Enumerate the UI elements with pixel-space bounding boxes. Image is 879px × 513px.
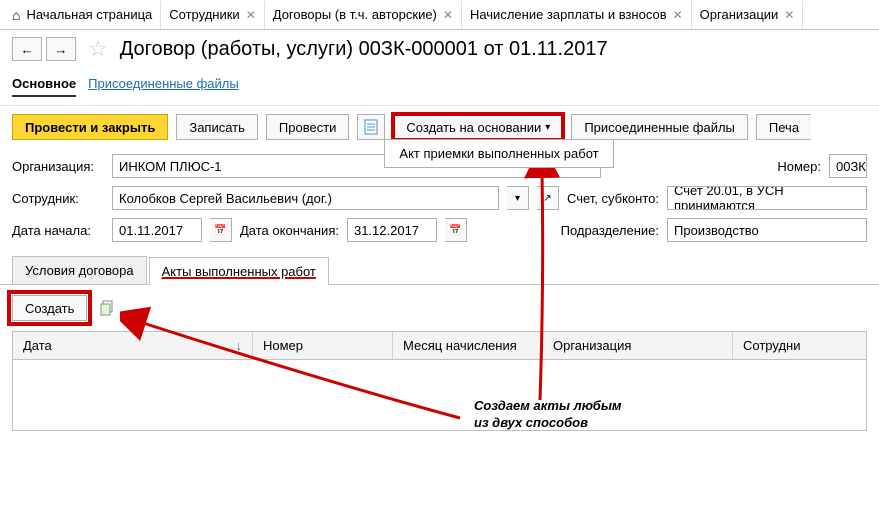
menu-item-act[interactable]: Акт приемки выполненных работ: [399, 146, 598, 161]
employee-label: Сотрудник:: [12, 191, 104, 206]
account-label: Счет, субконто:: [567, 191, 659, 206]
create-based-label: Создать на основании: [406, 120, 541, 135]
favorite-star-icon[interactable]: ☆: [88, 36, 108, 62]
copy-icon[interactable]: [95, 296, 119, 320]
nav-buttons: ← →: [12, 37, 76, 61]
calendar-button[interactable]: 📅: [445, 218, 467, 242]
account-input[interactable]: Счет 20.01, в УСН принимаются: [667, 186, 867, 210]
dept-input[interactable]: Производство: [667, 218, 867, 242]
open-button[interactable]: ↗: [537, 186, 559, 210]
print-button[interactable]: Печа: [756, 114, 811, 140]
app-window: ⌂ Начальная страница Сотрудники ✕ Догово…: [0, 0, 879, 513]
tab-content-acts: Создать Дата ↓ Номер Месяц начисления Ор…: [0, 285, 879, 441]
create-based-on-button[interactable]: Создать на основании ▾ Акт приемки выпол…: [393, 114, 563, 140]
sort-indicator-icon: ↓: [236, 338, 243, 353]
tab-label: Организации: [700, 7, 779, 22]
toolbar: Провести и закрыть Записать Провести Соз…: [0, 106, 879, 152]
inner-tab-conditions[interactable]: Условия договора: [12, 256, 147, 284]
tab-orgs[interactable]: Организации ✕: [692, 1, 804, 29]
subtab-main[interactable]: Основное: [12, 72, 76, 97]
tab-contracts[interactable]: Договоры (в т.ч. авторские) ✕: [265, 1, 462, 29]
col-date[interactable]: Дата ↓: [13, 332, 253, 359]
post-and-close-button[interactable]: Провести и закрыть: [12, 114, 168, 140]
page-title: Договор (работы, услуги) 00ЗК-000001 от …: [120, 38, 608, 61]
calendar-button[interactable]: 📅: [210, 218, 232, 242]
tab-label: Сотрудники: [169, 7, 239, 22]
tab-label: Договоры (в т.ч. авторские): [273, 7, 437, 22]
save-button[interactable]: Записать: [176, 114, 258, 140]
close-icon[interactable]: ✕: [673, 8, 683, 22]
header-row: ← → ☆ Договор (работы, услуги) 00ЗК-0000…: [0, 30, 879, 68]
inner-tabs: Условия договора Акты выполненных работ: [0, 252, 879, 285]
end-date-input[interactable]: 31.12.2017: [347, 218, 437, 242]
acts-grid: Дата ↓ Номер Месяц начисления Организаци…: [12, 331, 867, 431]
home-icon: ⌂: [12, 7, 20, 23]
start-date-label: Дата начала:: [12, 223, 104, 238]
employee-input[interactable]: Колобков Сергей Васильевич (дог.): [112, 186, 499, 210]
tab-home[interactable]: ⌂ Начальная страница: [4, 1, 161, 29]
end-date-label: Дата окончания:: [240, 223, 339, 238]
create-button[interactable]: Создать: [12, 295, 87, 321]
tab-label: Начисление зарплаты и взносов: [470, 7, 667, 22]
subtab-attached-files[interactable]: Присоединенные файлы: [88, 72, 239, 97]
close-icon[interactable]: ✕: [443, 8, 453, 22]
annotation-text: Создаем акты любым из двух способов: [474, 398, 622, 432]
col-number[interactable]: Номер: [253, 332, 393, 359]
nav-back-button[interactable]: ←: [12, 37, 42, 61]
grid-header: Дата ↓ Номер Месяц начисления Организаци…: [13, 332, 866, 360]
document-subtabs: Основное Присоединенные файлы: [0, 68, 879, 106]
nav-forward-button[interactable]: →: [46, 37, 76, 61]
close-icon[interactable]: ✕: [784, 8, 794, 22]
start-date-input[interactable]: 01.11.2017: [112, 218, 202, 242]
report-button[interactable]: [357, 114, 385, 140]
col-employee[interactable]: Сотрудни: [733, 332, 866, 359]
number-label: Номер:: [777, 159, 821, 174]
post-button[interactable]: Провести: [266, 114, 350, 140]
grid-body[interactable]: [13, 360, 866, 424]
document-icon: [363, 119, 379, 135]
org-label: Организация:: [12, 159, 104, 174]
col-org[interactable]: Организация: [543, 332, 733, 359]
inner-tab-acts[interactable]: Акты выполненных работ: [149, 257, 329, 285]
dropdown-caret-icon: ▾: [545, 122, 550, 133]
number-input[interactable]: 00ЗК: [829, 154, 867, 178]
close-icon[interactable]: ✕: [246, 8, 256, 22]
col-month[interactable]: Месяц начисления: [393, 332, 543, 359]
dropdown-button[interactable]: ▾: [507, 186, 529, 210]
dept-label: Подразделение:: [561, 223, 659, 238]
window-tabs-bar: ⌂ Начальная страница Сотрудники ✕ Догово…: [0, 0, 879, 30]
attached-files-button[interactable]: Присоединенные файлы: [571, 114, 748, 140]
tab-home-label: Начальная страница: [26, 7, 152, 22]
create-based-menu: Акт приемки выполненных работ: [384, 139, 613, 168]
tab-payroll[interactable]: Начисление зарплаты и взносов ✕: [462, 1, 692, 29]
tab-employees[interactable]: Сотрудники ✕: [161, 1, 264, 29]
